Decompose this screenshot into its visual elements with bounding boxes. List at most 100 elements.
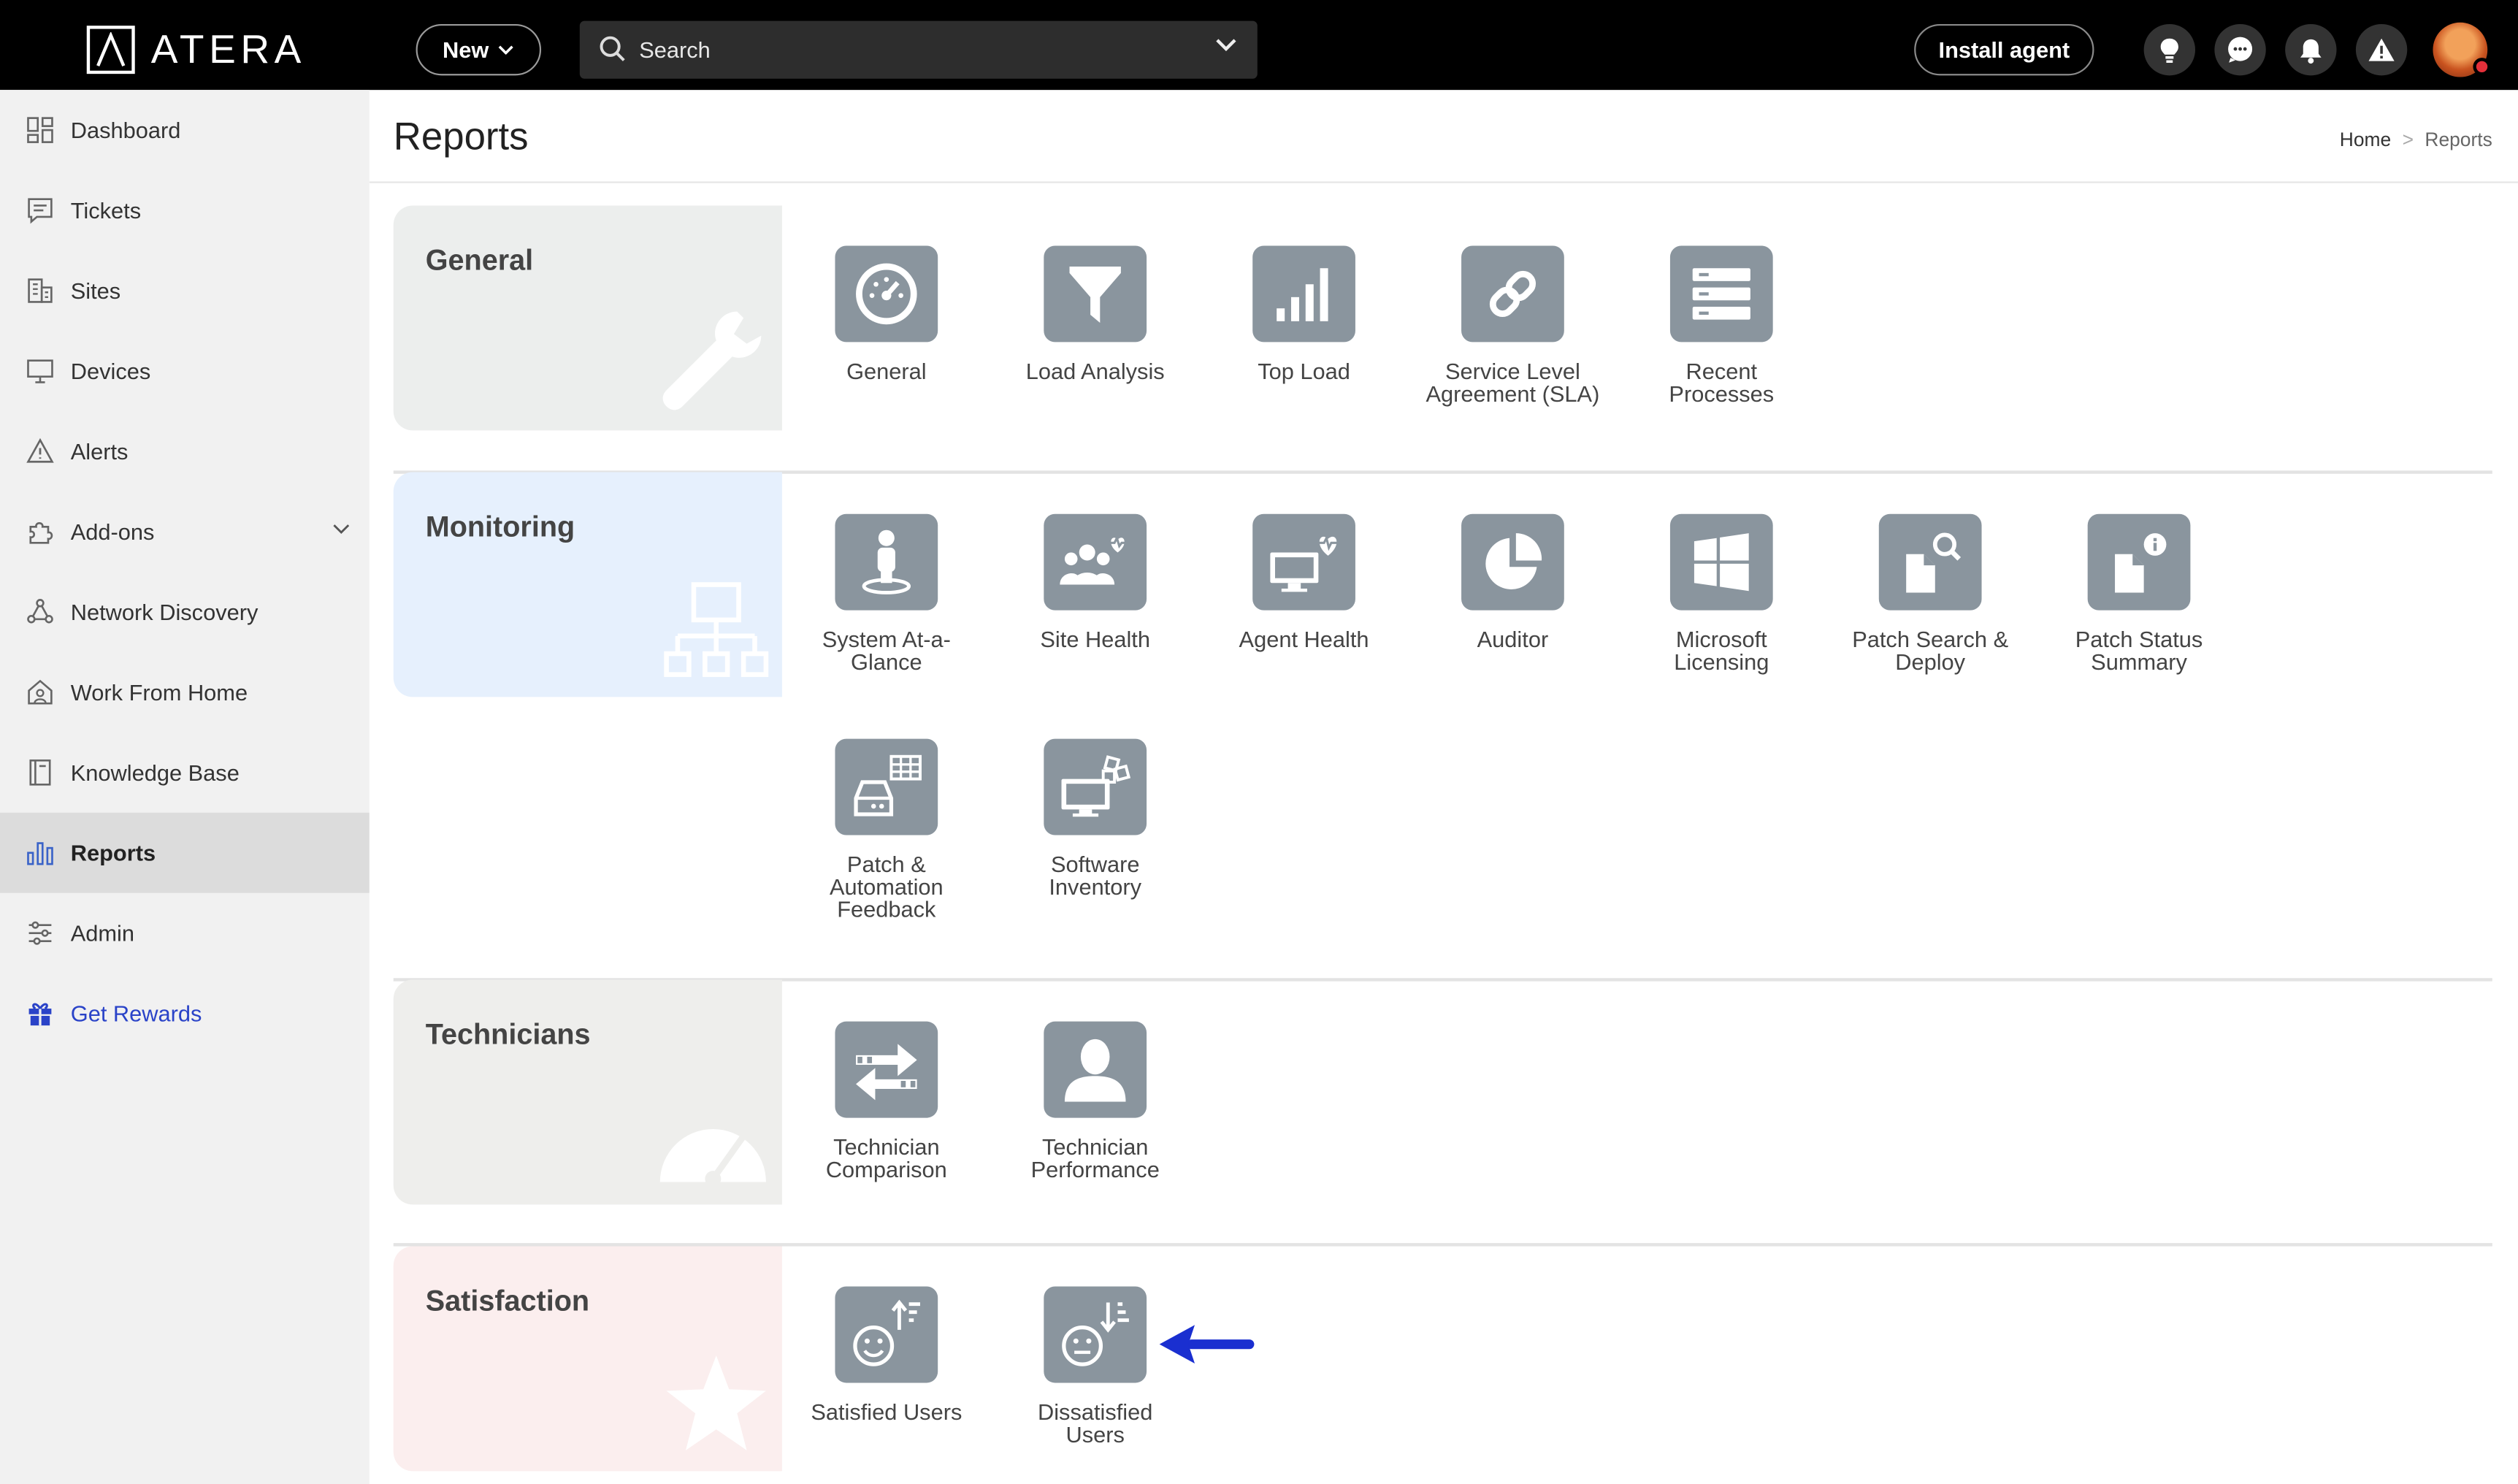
monitor-heartbeat-icon: [1252, 513, 1355, 611]
chevron-down-icon[interactable]: [1216, 39, 1237, 52]
sidebar-item-reports[interactable]: Reports: [0, 812, 370, 893]
atera-logo[interactable]: ATERA: [86, 24, 306, 75]
dashboard-icon: [27, 117, 53, 143]
tile-label: Site Health: [1040, 626, 1150, 652]
report-tile-load-analysis[interactable]: Load Analysis: [991, 245, 1200, 382]
category-technicians: Technicians: [393, 979, 782, 1205]
report-tile-top-load[interactable]: Top Load: [1200, 245, 1409, 382]
swap-arrows-icon: [835, 1021, 938, 1118]
sidebar-item-label: Reports: [70, 840, 156, 866]
sitemap-icon: [664, 582, 769, 677]
sidebar-item-label: Tickets: [70, 197, 142, 223]
lightbulb-icon[interactable]: [2143, 23, 2196, 76]
chevron-down-icon[interactable]: [332, 524, 350, 535]
sidebar-item-label: Admin: [70, 920, 135, 946]
sidebar-item-sites[interactable]: Sites: [0, 250, 370, 331]
page-title: Reports: [393, 115, 529, 159]
breadcrumb-home-link[interactable]: Home: [2340, 129, 2391, 151]
new-button[interactable]: New: [416, 23, 542, 76]
report-tile-satisfied-users[interactable]: Satisfied Users: [782, 1286, 991, 1425]
list-rows-icon: [1669, 245, 1773, 343]
tile-label: Recent Processes: [1669, 358, 1775, 407]
category-title: General: [425, 244, 534, 277]
report-tile-technician-performance[interactable]: Technician Performance: [991, 1021, 1200, 1182]
report-tile-software-inventory[interactable]: Software Inventory: [991, 738, 1200, 900]
sidebar-item-addons[interactable]: Add-ons: [0, 492, 370, 572]
sidebar-item-label: Dashboard: [70, 117, 181, 143]
windows-icon: [1669, 513, 1773, 611]
category-monitoring: Monitoring: [393, 472, 782, 697]
report-tile-agent-health[interactable]: Agent Health: [1200, 513, 1409, 651]
breadcrumb: Home > Reports: [2340, 129, 2492, 151]
report-tile-sla[interactable]: Service Level Agreement (SLA): [1409, 245, 1618, 405]
alerts-icon: [26, 437, 54, 463]
reports-icon: [27, 842, 53, 865]
sidebar-item-label: Add-ons: [70, 519, 155, 545]
bell-icon[interactable]: [2285, 23, 2337, 76]
avatar[interactable]: [2433, 22, 2491, 77]
addons-icon: [29, 522, 53, 544]
logo-mark-icon: [86, 26, 135, 74]
sidebar-item-alerts[interactable]: Alerts: [0, 411, 370, 492]
tile-label: Software Inventory: [1049, 851, 1142, 900]
home-icon: [28, 679, 53, 705]
sidebar-item-label: Alerts: [70, 438, 129, 464]
sidebar-item-label: Work From Home: [70, 679, 248, 705]
new-button-label: New: [443, 37, 489, 63]
sidebar-item-devices[interactable]: Devices: [0, 331, 370, 411]
category-title: Technicians: [425, 1018, 591, 1051]
report-tile-patch-status-summary[interactable]: Patch Status Summary: [2035, 513, 2243, 675]
search-icon: [600, 36, 625, 61]
document-info-icon: [2087, 513, 2191, 611]
sidebar-item-dashboard[interactable]: Dashboard: [0, 90, 370, 170]
sidebar-item-network-discovery[interactable]: Network Discovery: [0, 572, 370, 652]
report-tile-auditor[interactable]: Auditor: [1409, 513, 1618, 652]
group-heartbeat-icon: [1044, 513, 1147, 611]
sidebar-item-tickets[interactable]: Tickets: [0, 170, 370, 250]
report-tile-recent-processes[interactable]: Recent Processes: [1617, 245, 1826, 405]
person-pin-icon: [835, 513, 938, 611]
tile-label: Top Load: [1258, 358, 1350, 384]
sidebar-item-admin[interactable]: Admin: [0, 893, 370, 974]
report-tile-patch-search-deploy[interactable]: Patch Search & Deploy: [1826, 513, 2035, 673]
tile-label: Technician Performance: [1030, 1133, 1160, 1182]
warning-icon[interactable]: [2355, 23, 2408, 76]
sidebar-item-label: Sites: [70, 278, 121, 304]
smiley-sort-up-icon: [835, 1286, 938, 1383]
report-tile-site-health[interactable]: Site Health: [991, 513, 1200, 652]
chat-icon[interactable]: [2214, 23, 2266, 76]
tile-label: Satisfied Users: [811, 1399, 963, 1425]
report-tile-microsoft-licensing[interactable]: Microsoft Licensing: [1617, 513, 1826, 673]
network-icon: [27, 599, 53, 624]
sidebar-item-work-from-home[interactable]: Work From Home: [0, 652, 370, 733]
report-tile-system-at-a-glance[interactable]: System At-a- Glance: [782, 513, 991, 673]
search-placeholder: Search: [639, 37, 711, 63]
gift-icon: [28, 1003, 52, 1026]
tile-label: Auditor: [1477, 626, 1549, 652]
sidebar-item-knowledge-base[interactable]: Knowledge Base: [0, 733, 370, 813]
search-input[interactable]: Search: [579, 20, 1258, 79]
document-search-icon: [1878, 513, 1982, 611]
speedometer-icon: [659, 1128, 766, 1187]
report-tile-technician-comparison[interactable]: Technician Comparison: [782, 1021, 991, 1180]
funnel-icon: [1044, 245, 1147, 343]
tile-label: Patch Status Summary: [2075, 626, 2203, 675]
tile-label: Service Level Agreement (SLA): [1426, 358, 1600, 407]
user-icon: [1044, 1021, 1147, 1118]
logo-text: ATERA: [150, 26, 306, 72]
sidebar-item-label: Devices: [70, 358, 151, 384]
pie-chart-icon: [1461, 513, 1564, 611]
link-icon: [1461, 245, 1564, 343]
neutral-face-sort-down-icon: [1044, 1286, 1147, 1383]
tile-label: Dissatisfied Users: [1037, 1399, 1153, 1447]
chevron-down-icon: [499, 45, 514, 55]
category-satisfaction: Satisfaction: [393, 1246, 782, 1472]
sidebar-item-get-rewards[interactable]: Get Rewards: [0, 974, 370, 1054]
status-badge: [2473, 58, 2491, 76]
book-icon: [29, 759, 51, 786]
report-tile-general[interactable]: General: [782, 245, 991, 382]
devices-icon: [27, 359, 53, 383]
report-tile-patch-automation-feedback[interactable]: Patch & Automation Feedback: [782, 738, 991, 920]
install-agent-button[interactable]: Install agent: [1914, 23, 2094, 76]
sidebar-item-label: Network Discovery: [70, 599, 259, 625]
